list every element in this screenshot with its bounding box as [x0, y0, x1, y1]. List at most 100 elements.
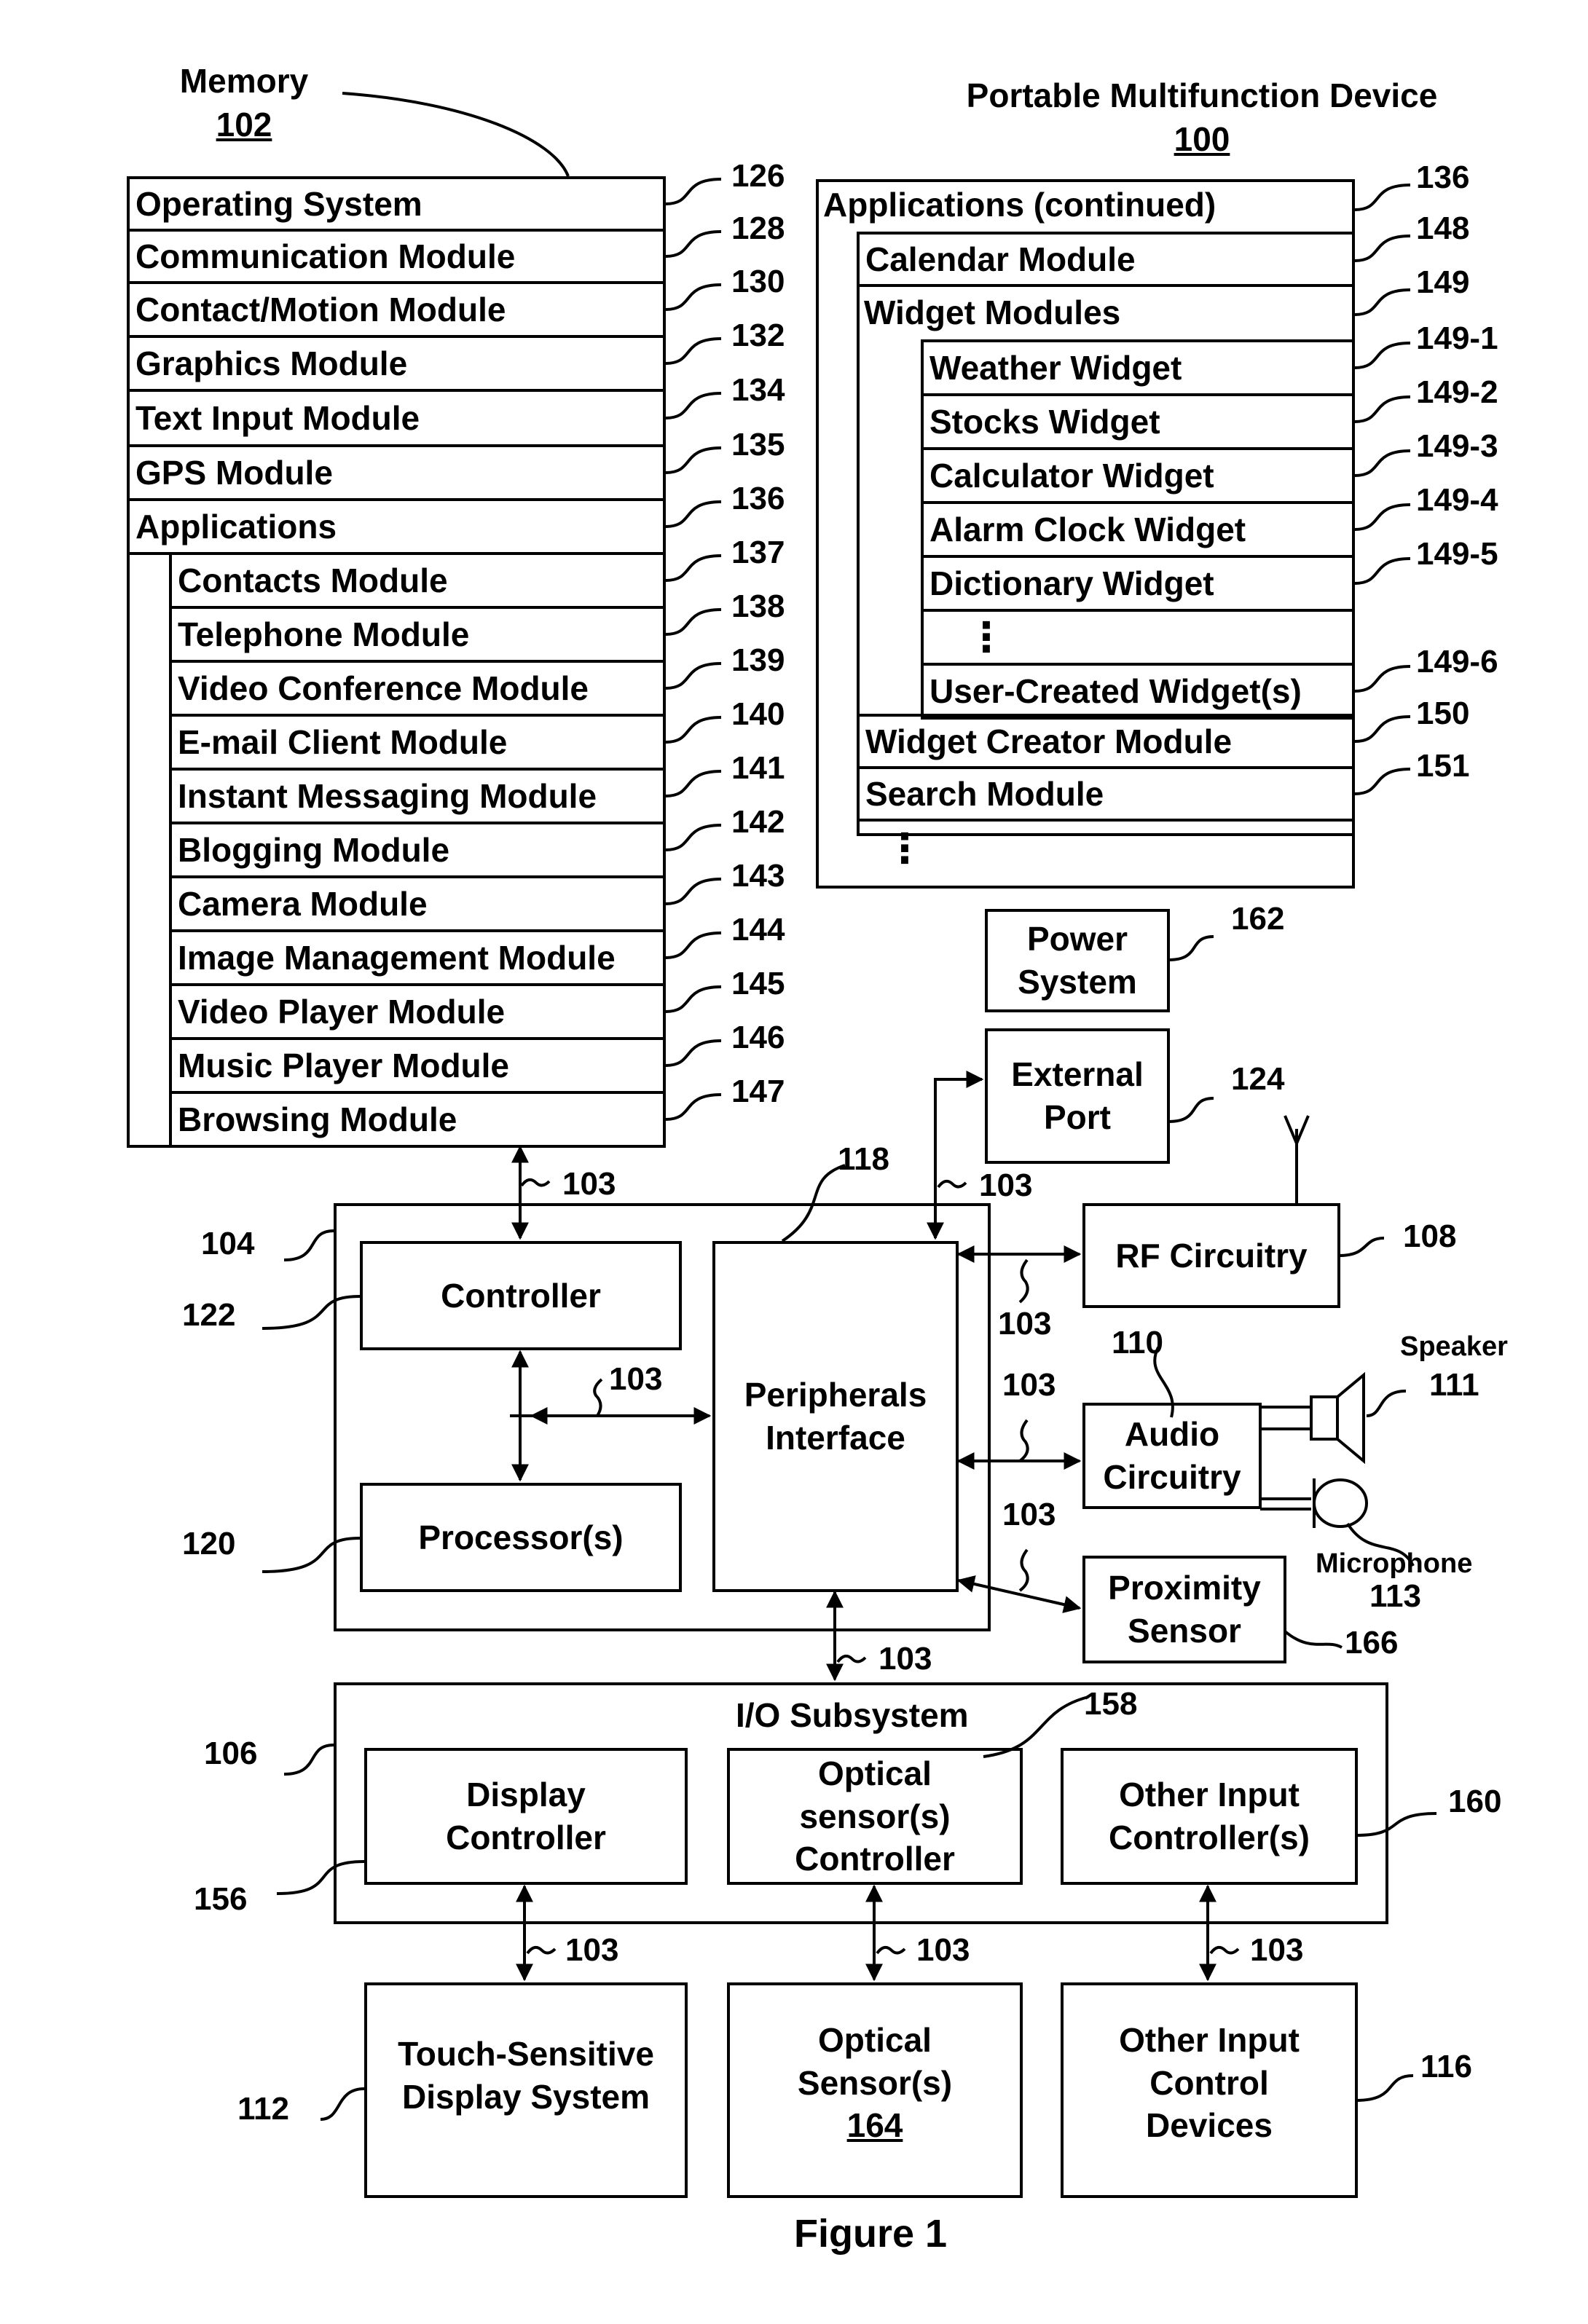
- ref-number: 139: [731, 642, 785, 678]
- memory-row: Communication Module: [127, 229, 666, 284]
- row-label: Contacts Module: [178, 562, 448, 599]
- optical-sensor-ref: 164: [846, 2106, 903, 2145]
- widget-row: Alarm Clock Widget: [921, 501, 1355, 558]
- application-row: Blogging Module: [169, 822, 666, 878]
- ref-number: 149: [1416, 264, 1470, 300]
- other-input-devices-box: Other Input Control Devices: [1061, 1982, 1358, 2198]
- ref-number: 149-4: [1416, 482, 1498, 518]
- ref-number: 160: [1448, 1784, 1502, 1819]
- leader-line: [1354, 557, 1411, 585]
- bus-ref: 103: [998, 1306, 1052, 1342]
- ref-number: 142: [731, 804, 785, 840]
- widget-row: User-Created Widget(s): [921, 663, 1355, 720]
- leader-line: [665, 824, 722, 851]
- row-label: User-Created Widget(s): [929, 672, 1302, 710]
- ref-number: 146: [731, 1020, 785, 1055]
- memory-row: Contact/Motion Module: [127, 281, 666, 338]
- leader-line: [1354, 503, 1411, 531]
- leader-line: [665, 985, 722, 1013]
- memory-row: Operating System: [127, 176, 666, 232]
- widget-creator-row: Widget Creator Module: [857, 714, 1355, 769]
- row-label: Browsing Module: [178, 1100, 457, 1138]
- display-controller-box: Display Controller: [364, 1748, 688, 1885]
- leader-line: [1354, 342, 1411, 369]
- other-input-controller-box: Other Input Controller(s): [1061, 1748, 1358, 1885]
- leader-line: [665, 392, 722, 419]
- row-label: Music Player Module: [178, 1047, 510, 1084]
- line: Circuitry: [1103, 1458, 1241, 1496]
- bus-ref: 103: [1250, 1932, 1304, 1968]
- microphone-label: Microphone: [1316, 1548, 1473, 1579]
- external-port-box: External Port: [985, 1028, 1170, 1164]
- ref-number: 156: [194, 1881, 248, 1917]
- bus-ref: 103: [562, 1166, 616, 1202]
- ref-number: 130: [731, 264, 785, 299]
- application-row: Instant Messaging Module: [169, 768, 666, 824]
- row-label: Contact/Motion Module: [135, 291, 506, 328]
- ref-number: 149-2: [1416, 374, 1498, 410]
- ref-number: 132: [731, 318, 785, 353]
- ref-number: 149-1: [1416, 320, 1498, 356]
- ellipsis-icon: ⋮: [966, 614, 1007, 660]
- ref-number: 137: [731, 535, 785, 570]
- bus-ref: 103: [878, 1641, 932, 1677]
- ref-number: 136: [1416, 159, 1470, 195]
- power-system-box: Power System: [985, 909, 1170, 1012]
- ref-number: 144: [731, 912, 785, 948]
- row-label: Blogging Module: [178, 831, 450, 869]
- line: Touch-Sensitive: [398, 2035, 654, 2073]
- ref-number: 147: [731, 1074, 785, 1109]
- line: Sensor(s): [797, 2063, 953, 2102]
- widget-row: Stocks Widget: [921, 393, 1355, 450]
- memory-row: Graphics Module: [127, 335, 666, 392]
- ref-number: 166: [1345, 1625, 1399, 1661]
- line: Controller: [446, 1819, 606, 1856]
- application-row: Music Player Module: [169, 1037, 666, 1094]
- row-label: Operating System: [135, 185, 422, 223]
- line: Controller(s): [1109, 1819, 1310, 1856]
- application-row: Image Management Module: [169, 929, 666, 986]
- bus-ref: 103: [609, 1361, 663, 1397]
- leader-line: [1354, 768, 1411, 795]
- line: Controller: [795, 1840, 955, 1878]
- ref-number: 128: [731, 210, 785, 246]
- ref-number: 111: [1429, 1367, 1479, 1403]
- ref-number: 118: [838, 1141, 889, 1177]
- widget-ellipsis-row: ⋮: [921, 609, 1355, 666]
- bus-ref: 103: [565, 1932, 619, 1968]
- leader-line: [665, 1093, 722, 1121]
- line: Other Input: [1119, 1776, 1300, 1814]
- line: Other Input: [1119, 2020, 1300, 2059]
- ref-number: 112: [237, 2091, 289, 2127]
- memory-ref: 102: [216, 105, 272, 143]
- row-label: Dictionary Widget: [929, 564, 1214, 602]
- touch-display-box: Touch-Sensitive Display System: [364, 1982, 688, 2198]
- processor-box: Processor(s): [360, 1483, 682, 1592]
- peripherals-interface-box: Peripherals Interface: [712, 1241, 959, 1592]
- applications-continued-label: Applications (continued): [823, 186, 1216, 224]
- line: External: [1011, 1055, 1144, 1094]
- ref-number: 124: [1231, 1061, 1285, 1097]
- optical-controller-box: Optical sensor(s) Controller: [727, 1748, 1023, 1885]
- memory-title: Memory 102: [175, 60, 313, 147]
- proximity-sensor-box: Proximity Sensor: [1082, 1556, 1286, 1663]
- device-title: Portable Multifunction Device 100: [940, 74, 1464, 162]
- row-label: Alarm Clock Widget: [929, 511, 1246, 548]
- line: Control: [1149, 2063, 1269, 2102]
- ref-number: 158: [1084, 1686, 1138, 1722]
- bus-ref: 103: [1002, 1367, 1056, 1403]
- memory-leader: [342, 92, 570, 177]
- row-label: Video Player Module: [178, 993, 506, 1031]
- line: Devices: [1146, 2106, 1273, 2145]
- leader-line: [1354, 184, 1411, 211]
- leader-line: [665, 662, 722, 690]
- leader-line: [665, 608, 722, 636]
- application-row: Video Conference Module: [169, 660, 666, 717]
- leader-line: [665, 283, 722, 311]
- memory-row: Text Input Module: [127, 389, 666, 447]
- ellipsis-icon: ⋮: [884, 825, 925, 871]
- application-row: Contacts Module: [169, 552, 666, 609]
- leader-line: [665, 931, 722, 959]
- controller-box: Controller: [360, 1241, 682, 1350]
- rf-label: RF Circuitry: [1115, 1236, 1308, 1275]
